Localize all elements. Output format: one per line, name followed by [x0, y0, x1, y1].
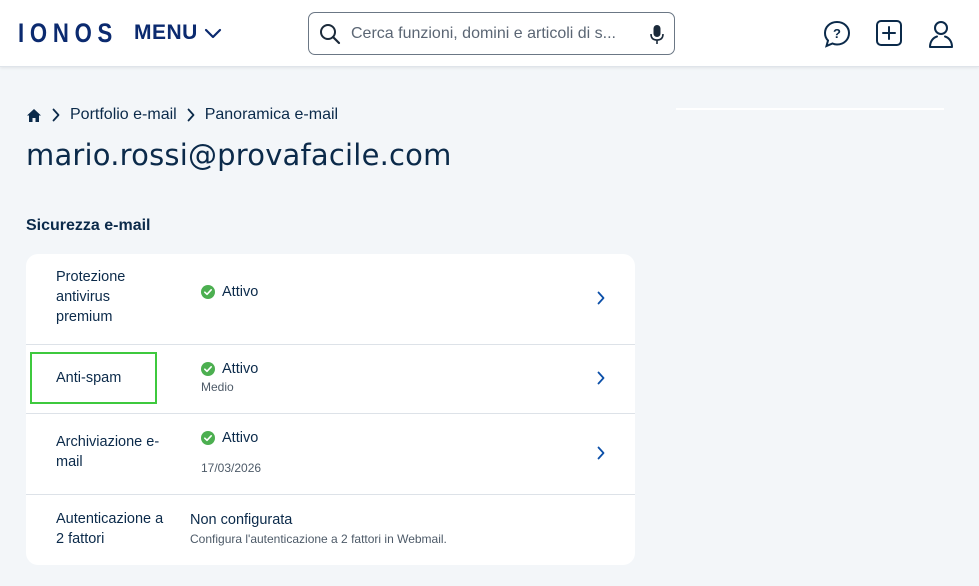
menu-label: MENU	[134, 21, 198, 44]
chevron-right-icon[interactable]	[597, 291, 605, 305]
microphone-icon[interactable]	[650, 24, 664, 46]
chevron-right-icon[interactable]	[597, 371, 605, 385]
home-icon[interactable]	[26, 108, 42, 123]
status-active: Attivo	[201, 361, 258, 377]
breadcrumb-current: Panoramica e-mail	[204, 106, 339, 123]
row-label: Archiviazione e-mail	[56, 434, 160, 470]
row-anti-spam[interactable]: Anti-spam Attivo Medio	[26, 345, 635, 414]
row-two-factor-auth: Autenticazione a 2 fattori Non configura…	[26, 495, 635, 565]
check-circle-icon	[201, 362, 215, 376]
status-detail: Configura l'autenticazione a 2 fattori i…	[190, 532, 447, 546]
row-label: Protezione antivirus premium	[56, 269, 126, 325]
chevron-right-icon[interactable]	[597, 446, 605, 460]
row-label: Anti-spam	[56, 370, 122, 386]
status-text: Attivo	[222, 284, 259, 300]
right-panel-divider	[676, 108, 944, 110]
status-detail: 17/03/2026	[201, 461, 262, 475]
add-square-icon[interactable]	[875, 19, 903, 47]
status-text: Non configurata	[190, 512, 293, 528]
chevron-down-icon	[204, 28, 221, 39]
row-label: Autenticazione a 2 fattori	[56, 511, 164, 547]
help-chat-icon[interactable]: ?	[822, 19, 852, 49]
row-antivirus[interactable]: Protezione antivirus premium Attivo	[26, 254, 635, 345]
chevron-right-icon	[52, 108, 60, 122]
breadcrumb: Portfolio e-mail Panoramica e-mail	[26, 106, 338, 124]
menu-button[interactable]: MENU	[134, 21, 222, 45]
status-text: Attivo	[222, 361, 259, 377]
page-title: mario.rossi@provafacile.com	[26, 138, 452, 172]
row-email-archiving[interactable]: Archiviazione e-mail Attivo 17/03/2026	[26, 414, 635, 495]
status-text: Attivo	[222, 430, 259, 446]
section-title: Sicurezza e-mail	[26, 217, 151, 234]
search-input[interactable]	[351, 24, 631, 43]
status-detail: Medio	[201, 380, 234, 394]
email-security-card: Protezione antivirus premium Attivo Anti…	[26, 254, 635, 565]
user-icon[interactable]	[927, 19, 955, 49]
search-icon	[320, 23, 341, 44]
ionos-logo[interactable]: IONOS	[18, 18, 118, 49]
check-circle-icon	[201, 431, 215, 445]
breadcrumb-portfolio-email[interactable]: Portfolio e-mail	[70, 106, 177, 124]
status-active: Attivo	[201, 430, 258, 446]
chevron-right-icon	[187, 108, 195, 122]
search-box[interactable]	[308, 12, 675, 55]
check-circle-icon	[201, 285, 215, 299]
top-bar: IONOS MENU ?	[0, 0, 979, 67]
status-active: Attivo	[201, 284, 258, 300]
svg-text:?: ?	[833, 26, 841, 41]
